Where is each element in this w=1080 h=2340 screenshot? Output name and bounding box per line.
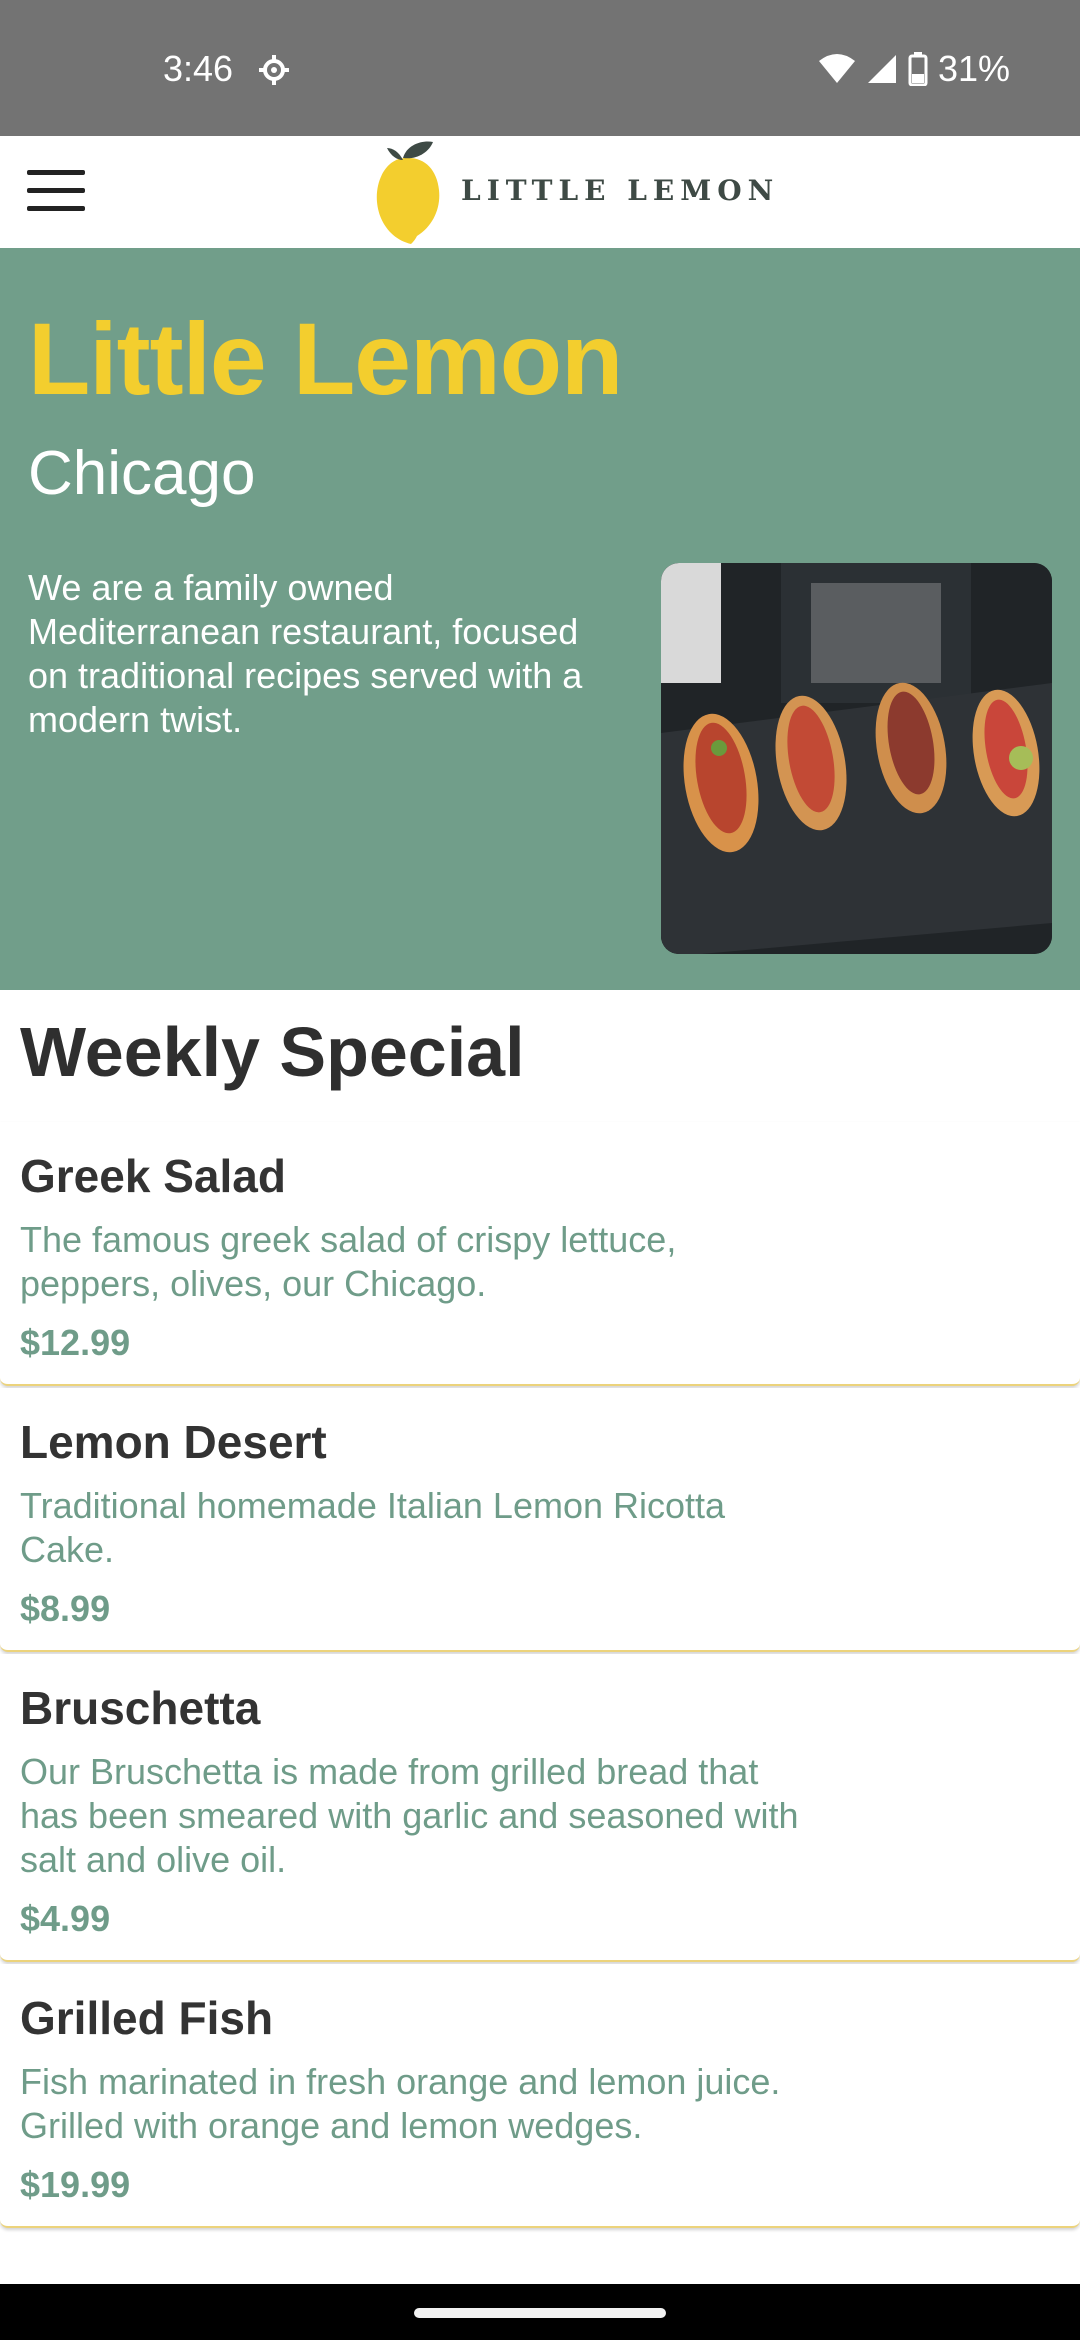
settings-gear-icon [259,55,289,85]
home-gesture-handle[interactable] [414,2308,666,2318]
item-price: $8.99 [20,1588,111,1629]
signal-icon [867,55,896,83]
menu-item-bruschetta[interactable]: Bruschetta Our Bruschetta is made from g… [0,1654,1080,1962]
logo-text: LITTLE LEMON [461,174,780,207]
hero-section: Little Lemon Chicago We are a family own… [0,248,1080,990]
item-name: Greek Salad [20,1150,286,1202]
hamburger-menu-icon[interactable] [24,166,88,218]
item-description: Our Bruschetta is made from grilled brea… [20,1751,799,1880]
menu-item-lemon-desert[interactable]: Lemon Desert Traditional homemade Italia… [0,1388,1080,1652]
hero-city: Chicago [28,439,256,508]
item-price: $12.99 [20,1322,131,1363]
weekly-special-title: Weekly Special [20,1013,525,1091]
battery-icon [908,52,928,86]
app-bar: LITTLE LEMON [0,136,1080,248]
wifi-icon [818,54,855,83]
lemon-logo-icon [376,141,440,244]
item-description: The famous greek salad of crispy lettuce… [20,1219,677,1304]
item-price: $19.99 [20,2164,131,2205]
item-description: Traditional homemade Italian Lemon Ricot… [20,1485,726,1570]
system-navigation-bar [0,2284,1080,2340]
hero-food-image [661,563,1052,954]
status-indicators: 31% [818,46,1010,92]
item-description: Fish marinated in fresh orange and lemon… [20,2061,781,2146]
menu-item-grilled-fish[interactable]: Grilled Fish Fish marinated in fresh ora… [0,1964,1080,2228]
item-name: Grilled Fish [20,1992,274,2044]
menu-list: Greek Salad The famous greek salad of cr… [0,1122,1080,2230]
status-time: 3:46 [163,48,234,89]
little-lemon-logo: LITTLE LEMON [373,136,773,248]
menu-item-greek-salad[interactable]: Greek Salad The famous greek salad of cr… [0,1122,1080,1386]
item-price: $4.99 [20,1898,111,1939]
hero-description: We are a family owned Mediterranean rest… [28,567,583,740]
item-name: Bruschetta [20,1682,261,1734]
status-bar: 3:46 31% [0,0,1080,136]
item-name: Lemon Desert [20,1416,327,1468]
battery-percentage: 31% [937,48,1010,89]
hero-title: Little Lemon [28,302,623,416]
